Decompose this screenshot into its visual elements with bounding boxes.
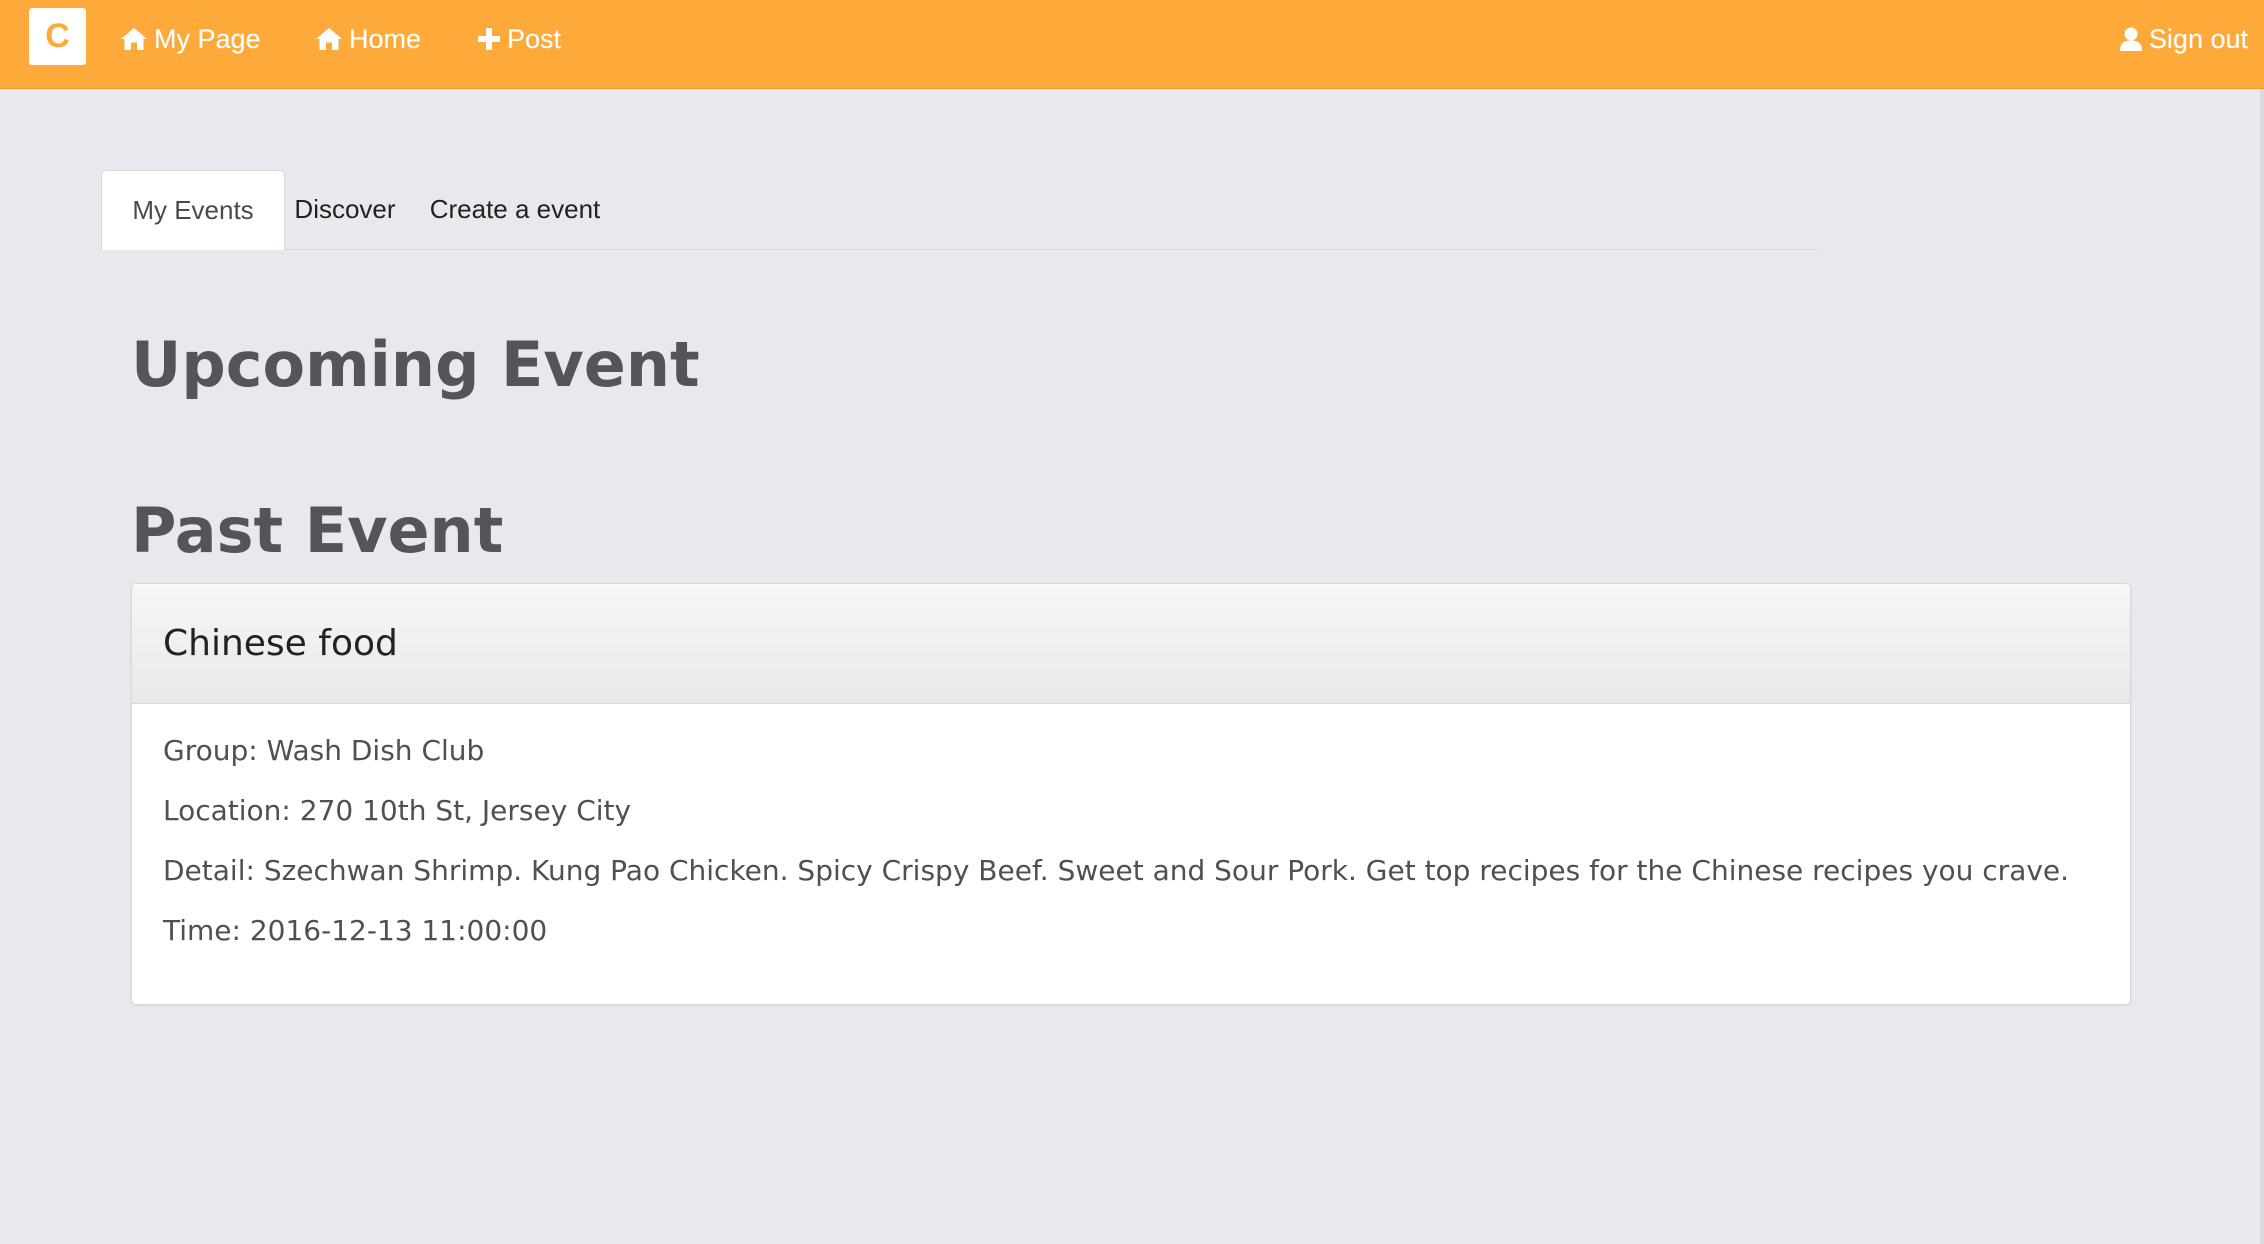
top-navbar: C My Page Home Post Sign out bbox=[0, 0, 2264, 89]
upcoming-event-heading: Upcoming Event bbox=[131, 328, 700, 401]
page-right-edge bbox=[2260, 89, 2264, 1244]
event-location: Location: 270 10th St, Jersey City bbox=[163, 794, 632, 827]
user-icon bbox=[2119, 27, 2142, 51]
event-title: Chinese food bbox=[163, 623, 398, 664]
tab-discover[interactable]: Discover bbox=[285, 170, 405, 249]
nav-my-page[interactable]: My Page bbox=[120, 0, 261, 78]
event-detail: Detail: Szechwan Shrimp. Kung Pao Chicke… bbox=[163, 854, 2070, 887]
nav-home-label: Home bbox=[349, 23, 422, 54]
event-card-body: Group: Wash Dish Club Location: 270 10th… bbox=[132, 704, 2130, 961]
brand-logo[interactable]: C bbox=[29, 8, 86, 65]
event-card: Chinese food Group: Wash Dish Club Locat… bbox=[131, 583, 2131, 1005]
nav-home[interactable]: Home bbox=[315, 0, 421, 78]
event-time: Time: 2016-12-13 11:00:00 bbox=[163, 914, 548, 947]
tab-create-event[interactable]: Create a event bbox=[405, 170, 625, 249]
sign-out-link[interactable]: Sign out bbox=[2119, 0, 2248, 78]
event-group: Group: Wash Dish Club bbox=[163, 734, 485, 767]
home-icon bbox=[316, 28, 342, 50]
home-icon bbox=[121, 28, 147, 50]
past-event-heading: Past Event bbox=[131, 494, 504, 567]
nav-post[interactable]: Post bbox=[477, 0, 561, 78]
plus-icon bbox=[478, 28, 500, 50]
sign-out-label: Sign out bbox=[2148, 23, 2248, 54]
event-tabs: My Events Discover Create a event bbox=[101, 170, 1819, 250]
nav-my-page-label: My Page bbox=[154, 23, 261, 54]
tab-my-events[interactable]: My Events bbox=[101, 170, 285, 250]
nav-post-label: Post bbox=[507, 23, 562, 54]
event-card-header: Chinese food bbox=[132, 584, 2130, 704]
